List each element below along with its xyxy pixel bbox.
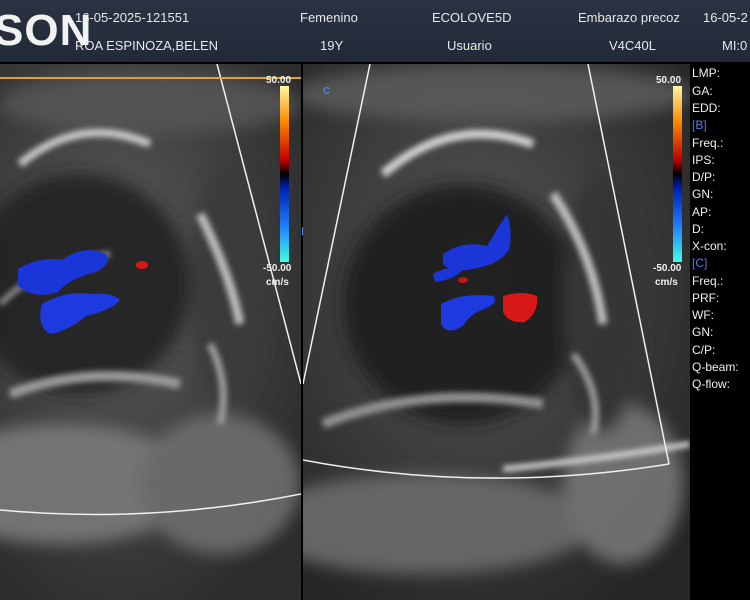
param-freq-b: Freq.: [692,136,724,150]
exam-date-short: 16-05-2 [703,10,748,25]
param-edd: EDD: [692,101,721,115]
param-qbeam: Q-beam: [692,360,739,374]
left-ultrasound-image[interactable]: 50.00 -50.00 cm/s [0,64,301,600]
param-ips: IPS: [692,153,715,167]
patient-name: ROA ESPINOZA,BELEN [75,38,219,53]
param-qflow: Q-flow: [692,377,731,391]
institution-name: ECOLOVE5D [432,10,512,25]
param-ap: AP: [692,205,712,219]
param-d: D: [692,222,704,236]
exam-type: Embarazo precoz [578,10,680,25]
mechanical-index: MI:0 [722,38,748,53]
right-scale-min: -50.00 [653,263,682,274]
right-ultrasound-image[interactable]: C 50.00 -50.00 cm/s [303,64,690,600]
header-bar: SON 16-05-2025-121551 ROA ESPINOZA,BELEN… [0,0,750,62]
parameter-panel: LMP: GA: EDD: [B] Freq.: IPS: D/P: GN: A… [690,64,750,600]
left-scale-min: -50.00 [263,263,292,274]
param-lmp: LMP: [692,66,721,80]
right-scale-max: 50.00 [656,75,682,86]
param-freq-c: Freq.: [692,274,724,288]
left-scale-max: 50.00 [266,75,292,86]
patient-sex: Femenino [300,10,358,25]
right-scale-unit: cm/s [655,277,678,288]
right-view-marker: C [323,86,331,97]
exam-datetime-id: 16-05-2025-121551 [75,10,190,25]
patient-age: 19Y [320,38,344,53]
param-wf: WF: [692,308,714,322]
param-cp: C/P: [692,343,716,357]
param-ga: GA: [692,84,713,98]
operator-user: Usuario [447,38,492,53]
param-gn-b: GN: [692,187,714,201]
param-section-c: [C] [692,256,708,270]
param-section-b: [B] [692,118,707,132]
param-prf: PRF: [692,291,720,305]
right-scan-canvas [303,64,690,600]
left-color-scale-bar [280,86,289,262]
left-scan-canvas [0,64,301,600]
param-xcon: X-con: [692,239,727,253]
param-dp: D/P: [692,170,716,184]
right-color-scale-bar [673,86,682,262]
left-scale-unit: cm/s [266,277,289,288]
probe-model: V4C40L [609,38,656,53]
param-gn-c: GN: [692,325,714,339]
